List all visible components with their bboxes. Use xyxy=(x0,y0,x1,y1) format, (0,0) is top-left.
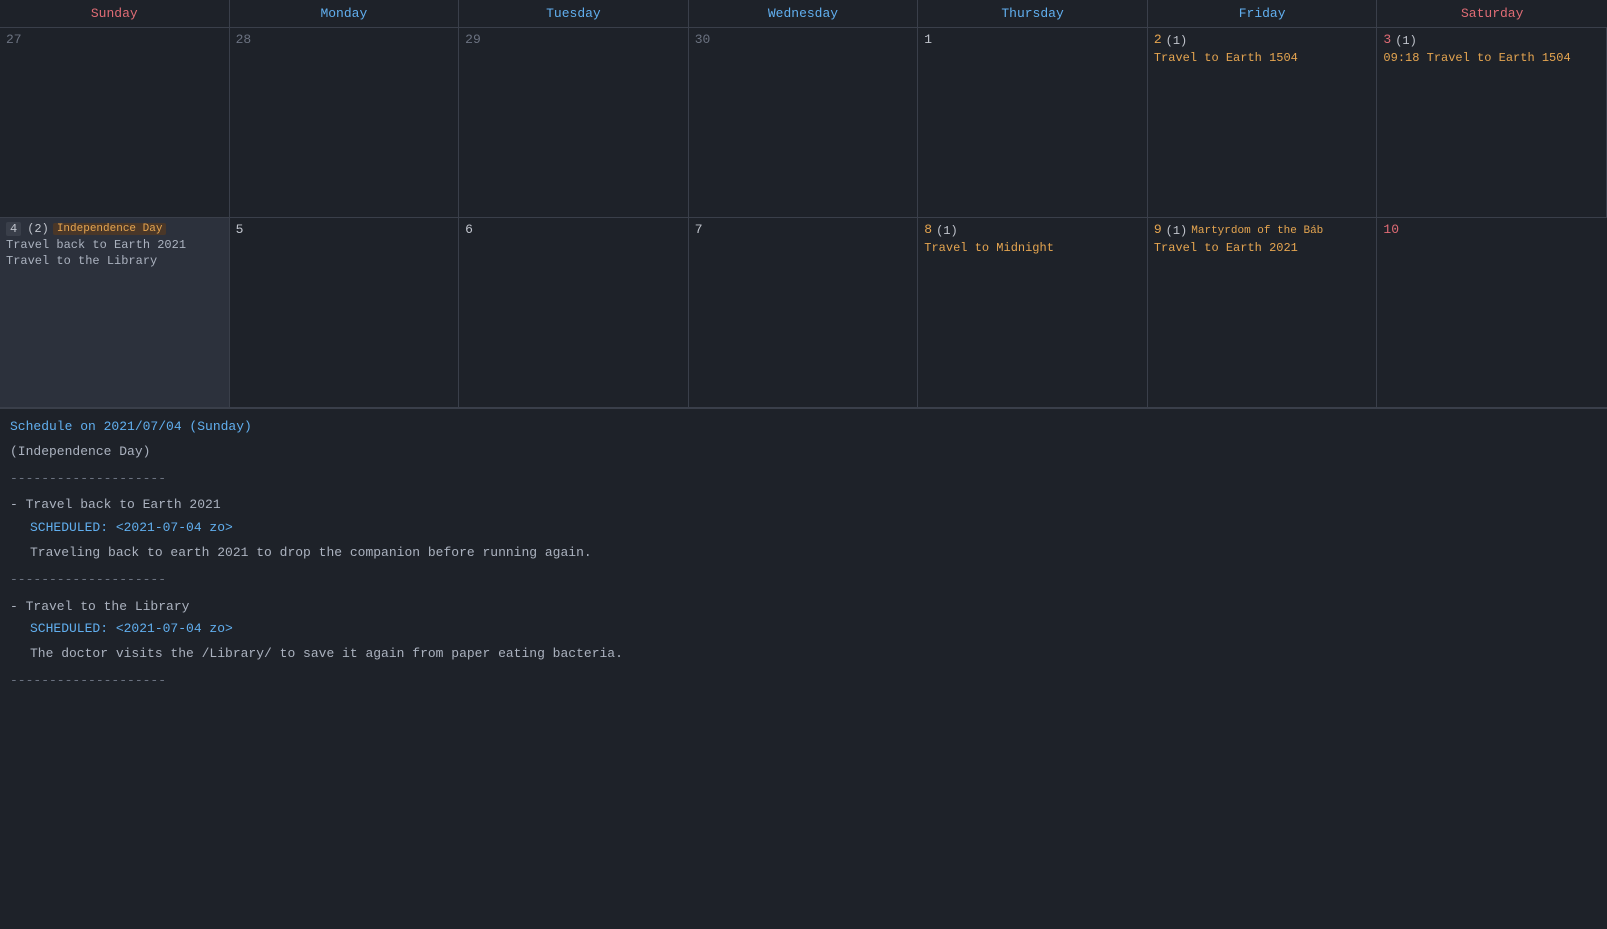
calendar-cell-week0-day3[interactable]: 30 xyxy=(689,28,919,218)
event-count: (1) xyxy=(1166,34,1188,48)
date-number: 1 xyxy=(924,32,932,47)
date-number: 6 xyxy=(465,222,473,237)
cell-date: 27 xyxy=(6,32,223,49)
cell-date: 1 xyxy=(924,32,1141,49)
calendar-cell-week1-day6[interactable]: 10 xyxy=(1377,218,1607,408)
cell-date: 3 (1) xyxy=(1383,32,1600,49)
cell-date: 6 xyxy=(465,222,682,239)
date-number: 30 xyxy=(695,32,711,47)
date-number: 10 xyxy=(1383,222,1399,237)
calendar-header-wednesday: Wednesday xyxy=(689,0,919,27)
cell-date: 30 xyxy=(695,32,912,49)
schedule-holiday: (Independence Day) xyxy=(10,442,1597,463)
date-number: 3 xyxy=(1383,32,1391,47)
calendar-header-sunday: Sunday xyxy=(0,0,230,27)
calendar-cell-week1-day5[interactable]: 9 (1)Martyrdom of the Báb Travel to Earth … xyxy=(1148,218,1378,408)
calendar-event[interactable]: Travel back to Earth 2021 xyxy=(6,238,223,252)
event-count: (1) xyxy=(1395,34,1417,48)
schedule-panel: Schedule on 2021/07/04 (Sunday) (Independ… xyxy=(0,408,1607,706)
calendar-cell-week1-day1[interactable]: 5 xyxy=(230,218,460,408)
cell-date: 8 (1) xyxy=(924,222,1141,239)
event-count: (1) xyxy=(1166,224,1188,238)
calendar-header-friday: Friday xyxy=(1148,0,1378,27)
schedule-scheduled: SCHEDULED: <2021-07-04 zo> xyxy=(30,619,1597,640)
cell-date: 10 xyxy=(1383,222,1601,239)
date-number: 5 xyxy=(236,222,244,237)
schedule-header: Schedule on 2021/07/04 (Sunday) xyxy=(10,417,1597,438)
calendar-cell-week1-day2[interactable]: 6 xyxy=(459,218,689,408)
calendar-event[interactable]: Travel to Midnight xyxy=(924,241,1141,255)
calendar-header-tuesday: Tuesday xyxy=(459,0,689,27)
calendar-cell-week1-day4[interactable]: 8 (1) Travel to Midnight xyxy=(918,218,1148,408)
schedule-task-title: - Travel to the Library xyxy=(10,597,1597,618)
date-number: 27 xyxy=(6,32,22,47)
calendar-header: SundayMondayTuesdayWednesdayThursdayFrid… xyxy=(0,0,1607,28)
calendar-header-saturday: Saturday xyxy=(1377,0,1607,27)
schedule-divider: -------------------- xyxy=(10,570,1597,591)
holiday-label: Independence Day xyxy=(53,223,167,235)
calendar-cell-week1-day3[interactable]: 7 xyxy=(689,218,919,408)
calendar-event[interactable]: Travel to Earth 1504 xyxy=(1154,51,1371,65)
calendar-header-thursday: Thursday xyxy=(918,0,1148,27)
cell-date: 4 (2) Independence Day xyxy=(6,222,223,236)
cell-date: 29 xyxy=(465,32,682,49)
calendar-cell-week0-day1[interactable]: 28 xyxy=(230,28,460,218)
date-number: 28 xyxy=(236,32,252,47)
calendar-cell-week0-day0[interactable]: 27 xyxy=(0,28,230,218)
cell-date: 5 xyxy=(236,222,453,239)
date-number: 9 xyxy=(1154,222,1162,237)
calendar: SundayMondayTuesdayWednesdayThursdayFrid… xyxy=(0,0,1607,408)
calendar-event[interactable]: Travel to Earth 2021 xyxy=(1154,241,1371,255)
schedule-description: Traveling back to earth 2021 to drop the… xyxy=(30,543,1597,564)
schedule-description: The doctor visits the /Library/ to save … xyxy=(30,644,1597,665)
calendar-cell-week0-day5[interactable]: 2 (1) Travel to Earth 1504 xyxy=(1148,28,1378,218)
cell-date: 28 xyxy=(236,32,453,49)
date-number: 2 xyxy=(1154,32,1162,47)
calendar-cell-week1-day0[interactable]: 4 (2) Independence Day Travel back to Earth… xyxy=(0,218,230,408)
calendar-event[interactable]: 09:18 Travel to Earth 1504 xyxy=(1383,51,1600,65)
schedule-divider: -------------------- xyxy=(10,469,1597,490)
calendar-event[interactable]: Travel to the Library xyxy=(6,254,223,268)
schedule-task-title: - Travel back to Earth 2021 xyxy=(10,495,1597,516)
date-number: 7 xyxy=(695,222,703,237)
date-number: 8 xyxy=(924,222,932,237)
holiday-label: Martyrdom of the Báb xyxy=(1191,225,1323,237)
event-count: (1) xyxy=(936,224,958,238)
calendar-body: 27 28 29 30 1 2 (1) Travel to Earth 1504 3 (1) 09:… xyxy=(0,28,1607,408)
calendar-header-monday: Monday xyxy=(230,0,460,27)
schedule-scheduled: SCHEDULED: <2021-07-04 zo> xyxy=(30,518,1597,539)
calendar-cell-week0-day6[interactable]: 3 (1) 09:18 Travel to Earth 1504 xyxy=(1377,28,1607,218)
cell-date: 7 xyxy=(695,222,912,239)
calendar-cell-week0-day4[interactable]: 1 xyxy=(918,28,1148,218)
schedule-final-divider: -------------------- xyxy=(10,671,1597,692)
cell-date: 9 (1)Martyrdom of the Báb xyxy=(1154,222,1371,239)
event-count: (2) xyxy=(27,222,49,236)
date-number: 29 xyxy=(465,32,481,47)
selected-badge: 4 xyxy=(6,222,21,236)
calendar-cell-week0-day2[interactable]: 29 xyxy=(459,28,689,218)
cell-date: 2 (1) xyxy=(1154,32,1371,49)
